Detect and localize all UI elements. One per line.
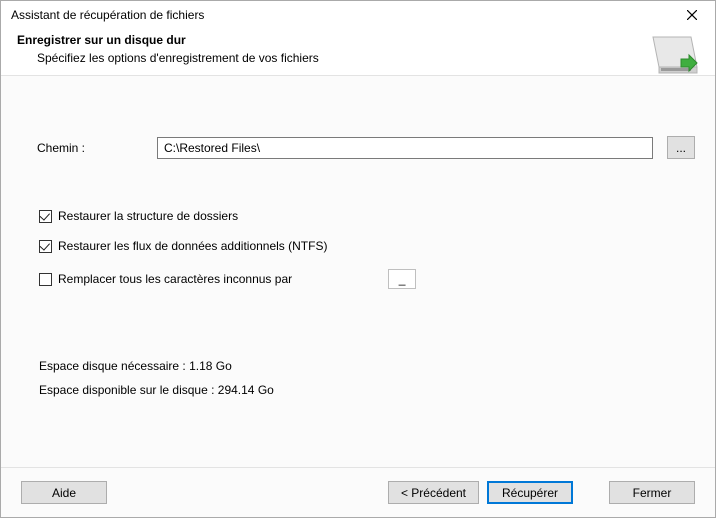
browse-button[interactable]: ...: [667, 136, 695, 159]
option-restore-ads[interactable]: Restaurer les flux de données additionne…: [39, 239, 695, 253]
button-label: Aide: [52, 486, 76, 500]
option-label: Restaurer la structure de dossiers: [58, 209, 238, 223]
disk-info: Espace disque nécessaire : 1.18 Go Espac…: [39, 359, 695, 397]
page-subtitle: Spécifiez les options d'enregistrement d…: [37, 51, 699, 65]
window-title: Assistant de récupération de fichiers: [11, 8, 677, 22]
close-icon: [687, 10, 697, 20]
option-label: Restaurer les flux de données additionne…: [58, 239, 327, 253]
wizard-content: Chemin : ... Restaurer la structure de d…: [1, 76, 715, 467]
button-label: Fermer: [633, 486, 672, 500]
hdd-icon: [647, 33, 701, 77]
titlebar: Assistant de récupération de fichiers: [1, 1, 715, 29]
help-button[interactable]: Aide: [21, 481, 107, 504]
disk-required: Espace disque nécessaire : 1.18 Go: [39, 359, 695, 373]
disk-available: Espace disponible sur le disque : 294.14…: [39, 383, 695, 397]
recover-button[interactable]: Récupérer: [487, 481, 573, 504]
back-button[interactable]: < Précédent: [388, 481, 479, 504]
option-restore-structure[interactable]: Restaurer la structure de dossiers: [39, 209, 695, 223]
checkbox-icon: [39, 210, 52, 223]
path-row: Chemin : ...: [37, 136, 695, 159]
option-replace-chars[interactable]: Remplacer tous les caractères inconnus p…: [39, 269, 695, 289]
page-title: Enregistrer sur un disque dur: [17, 33, 699, 47]
wizard-header: Enregistrer sur un disque dur Spécifiez …: [1, 29, 715, 75]
path-input[interactable]: [157, 137, 653, 159]
button-label: Récupérer: [502, 486, 558, 500]
checkbox-icon: [39, 273, 52, 286]
close-button[interactable]: Fermer: [609, 481, 695, 504]
wizard-footer: Aide < Précédent Récupérer Fermer: [1, 467, 715, 517]
option-label: Remplacer tous les caractères inconnus p…: [58, 272, 292, 286]
path-label: Chemin :: [37, 141, 147, 155]
window-close-button[interactable]: [677, 4, 707, 26]
options-group: Restaurer la structure de dossiers Resta…: [39, 209, 695, 289]
checkbox-icon: [39, 240, 52, 253]
browse-label: ...: [676, 141, 686, 155]
button-label: < Précédent: [401, 486, 466, 500]
wizard-window: Assistant de récupération de fichiers En…: [0, 0, 716, 518]
replace-char-input[interactable]: [388, 269, 416, 289]
